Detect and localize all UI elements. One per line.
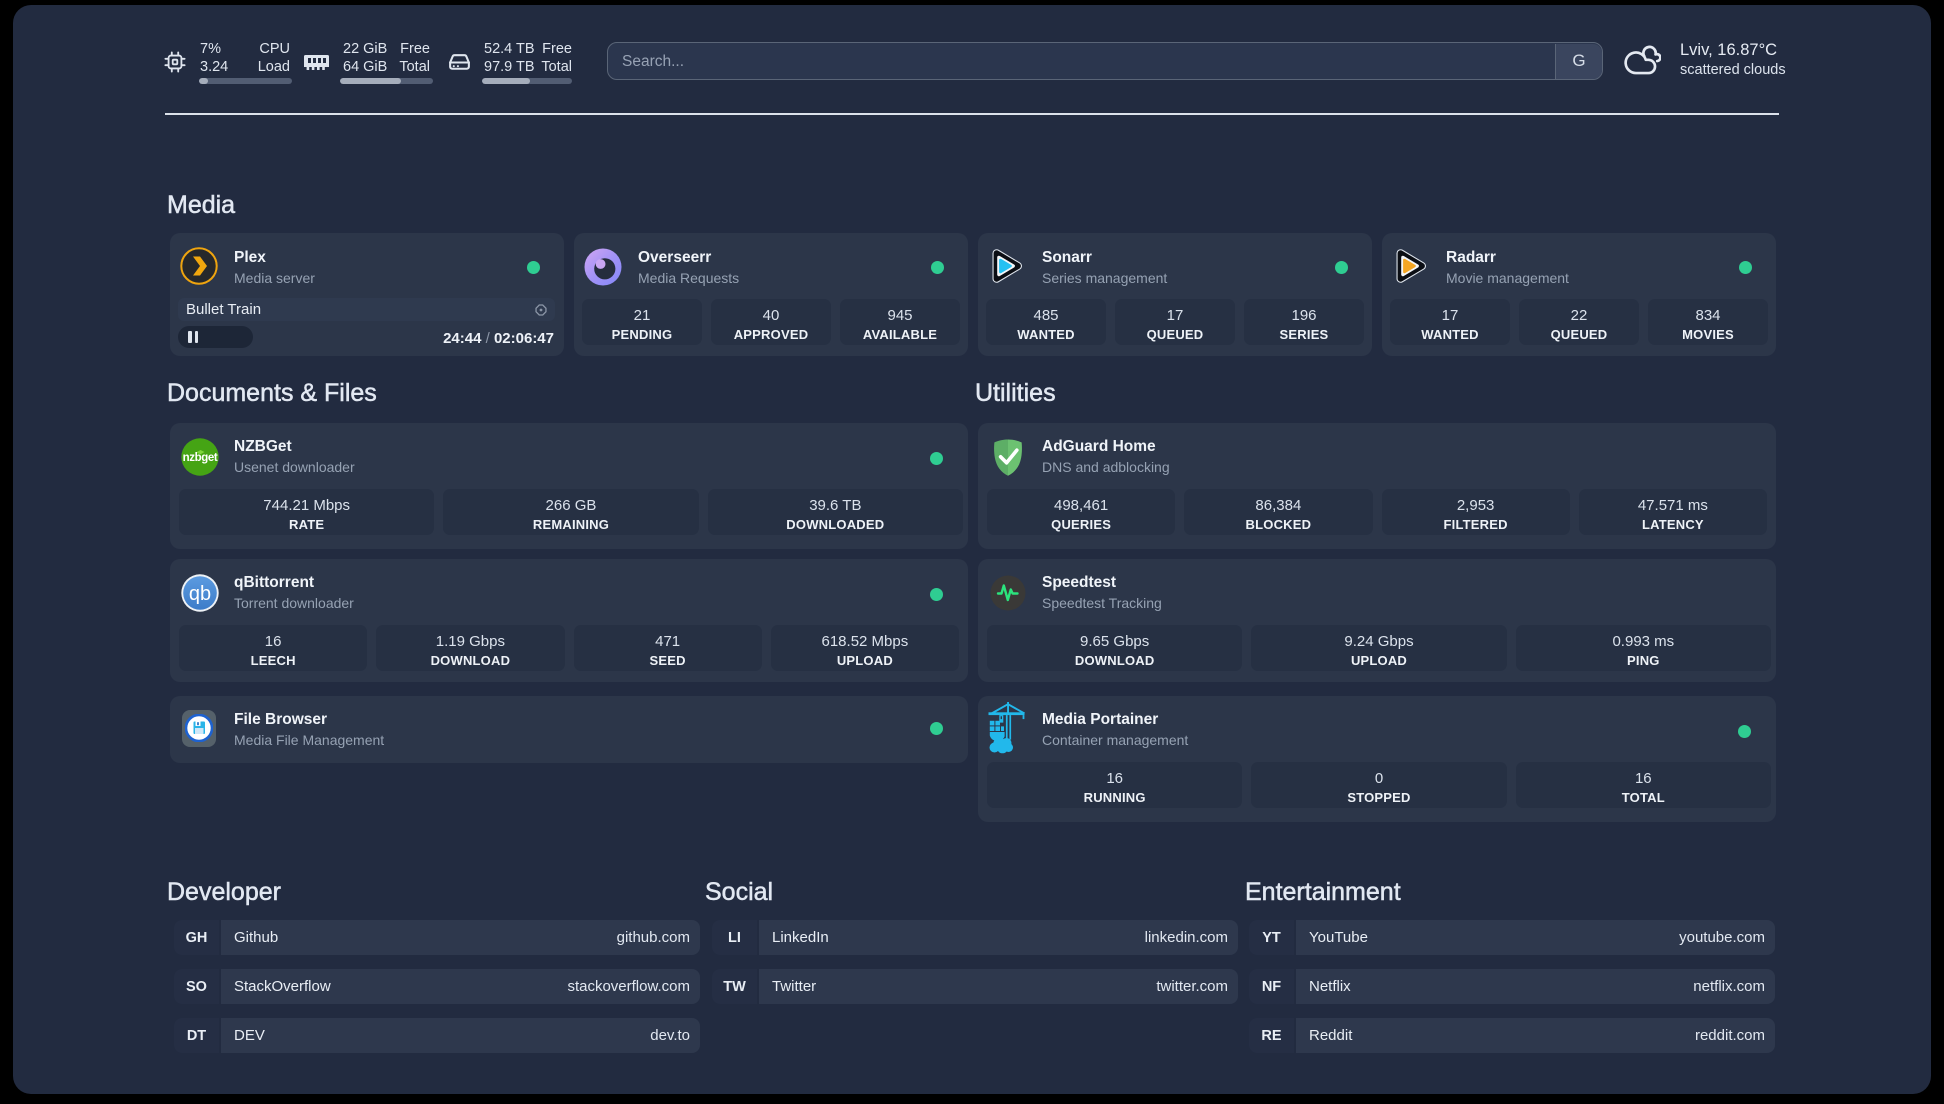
- svg-text:nzbget: nzbget: [183, 452, 218, 464]
- svg-text:qb: qb: [189, 583, 211, 605]
